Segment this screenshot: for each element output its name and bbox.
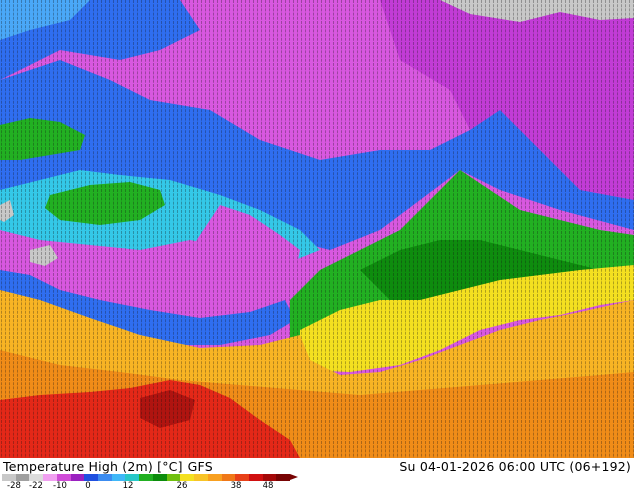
- color-scale-segment: [2, 474, 16, 481]
- color-scale-segment: [262, 474, 277, 481]
- color-scale-segment: [207, 474, 222, 481]
- title-variable: Temperature High (2m) [°C]: [3, 459, 183, 474]
- color-scale-segment: [111, 474, 126, 481]
- isoline-overlay: [0, 0, 634, 458]
- color-scale: -28 -22 -10 0 12 26 38 48: [0, 474, 300, 491]
- color-scale-segment: [139, 474, 153, 481]
- valid-time: Su 04-01-2026 06:00 UTC (06+192): [399, 459, 631, 474]
- title-model: GFS: [187, 459, 213, 474]
- color-scale-segment: [15, 474, 30, 481]
- color-scale-segment: [248, 474, 263, 481]
- color-scale-segment: [84, 474, 99, 481]
- temperature-map: [0, 0, 634, 458]
- color-scale-segment: [56, 474, 71, 481]
- scale-arrow-right-icon: [290, 474, 298, 480]
- map-title: Temperature High (2m) [°C] GFS: [3, 459, 218, 474]
- color-scale-bar: [2, 474, 291, 481]
- color-scale-segment: [29, 474, 44, 481]
- color-scale-segment: [180, 474, 195, 481]
- color-scale-segment: [235, 474, 249, 481]
- color-scale-segment: [166, 474, 181, 481]
- color-scale-segment: [70, 474, 85, 481]
- color-scale-segment: [43, 474, 57, 481]
- color-scale-segment: [152, 474, 167, 481]
- color-scale-segment: [276, 474, 291, 481]
- color-scale-segment: [98, 474, 112, 481]
- color-scale-segment: [125, 474, 140, 481]
- color-scale-segment: [194, 474, 208, 481]
- color-scale-segment: [221, 474, 236, 481]
